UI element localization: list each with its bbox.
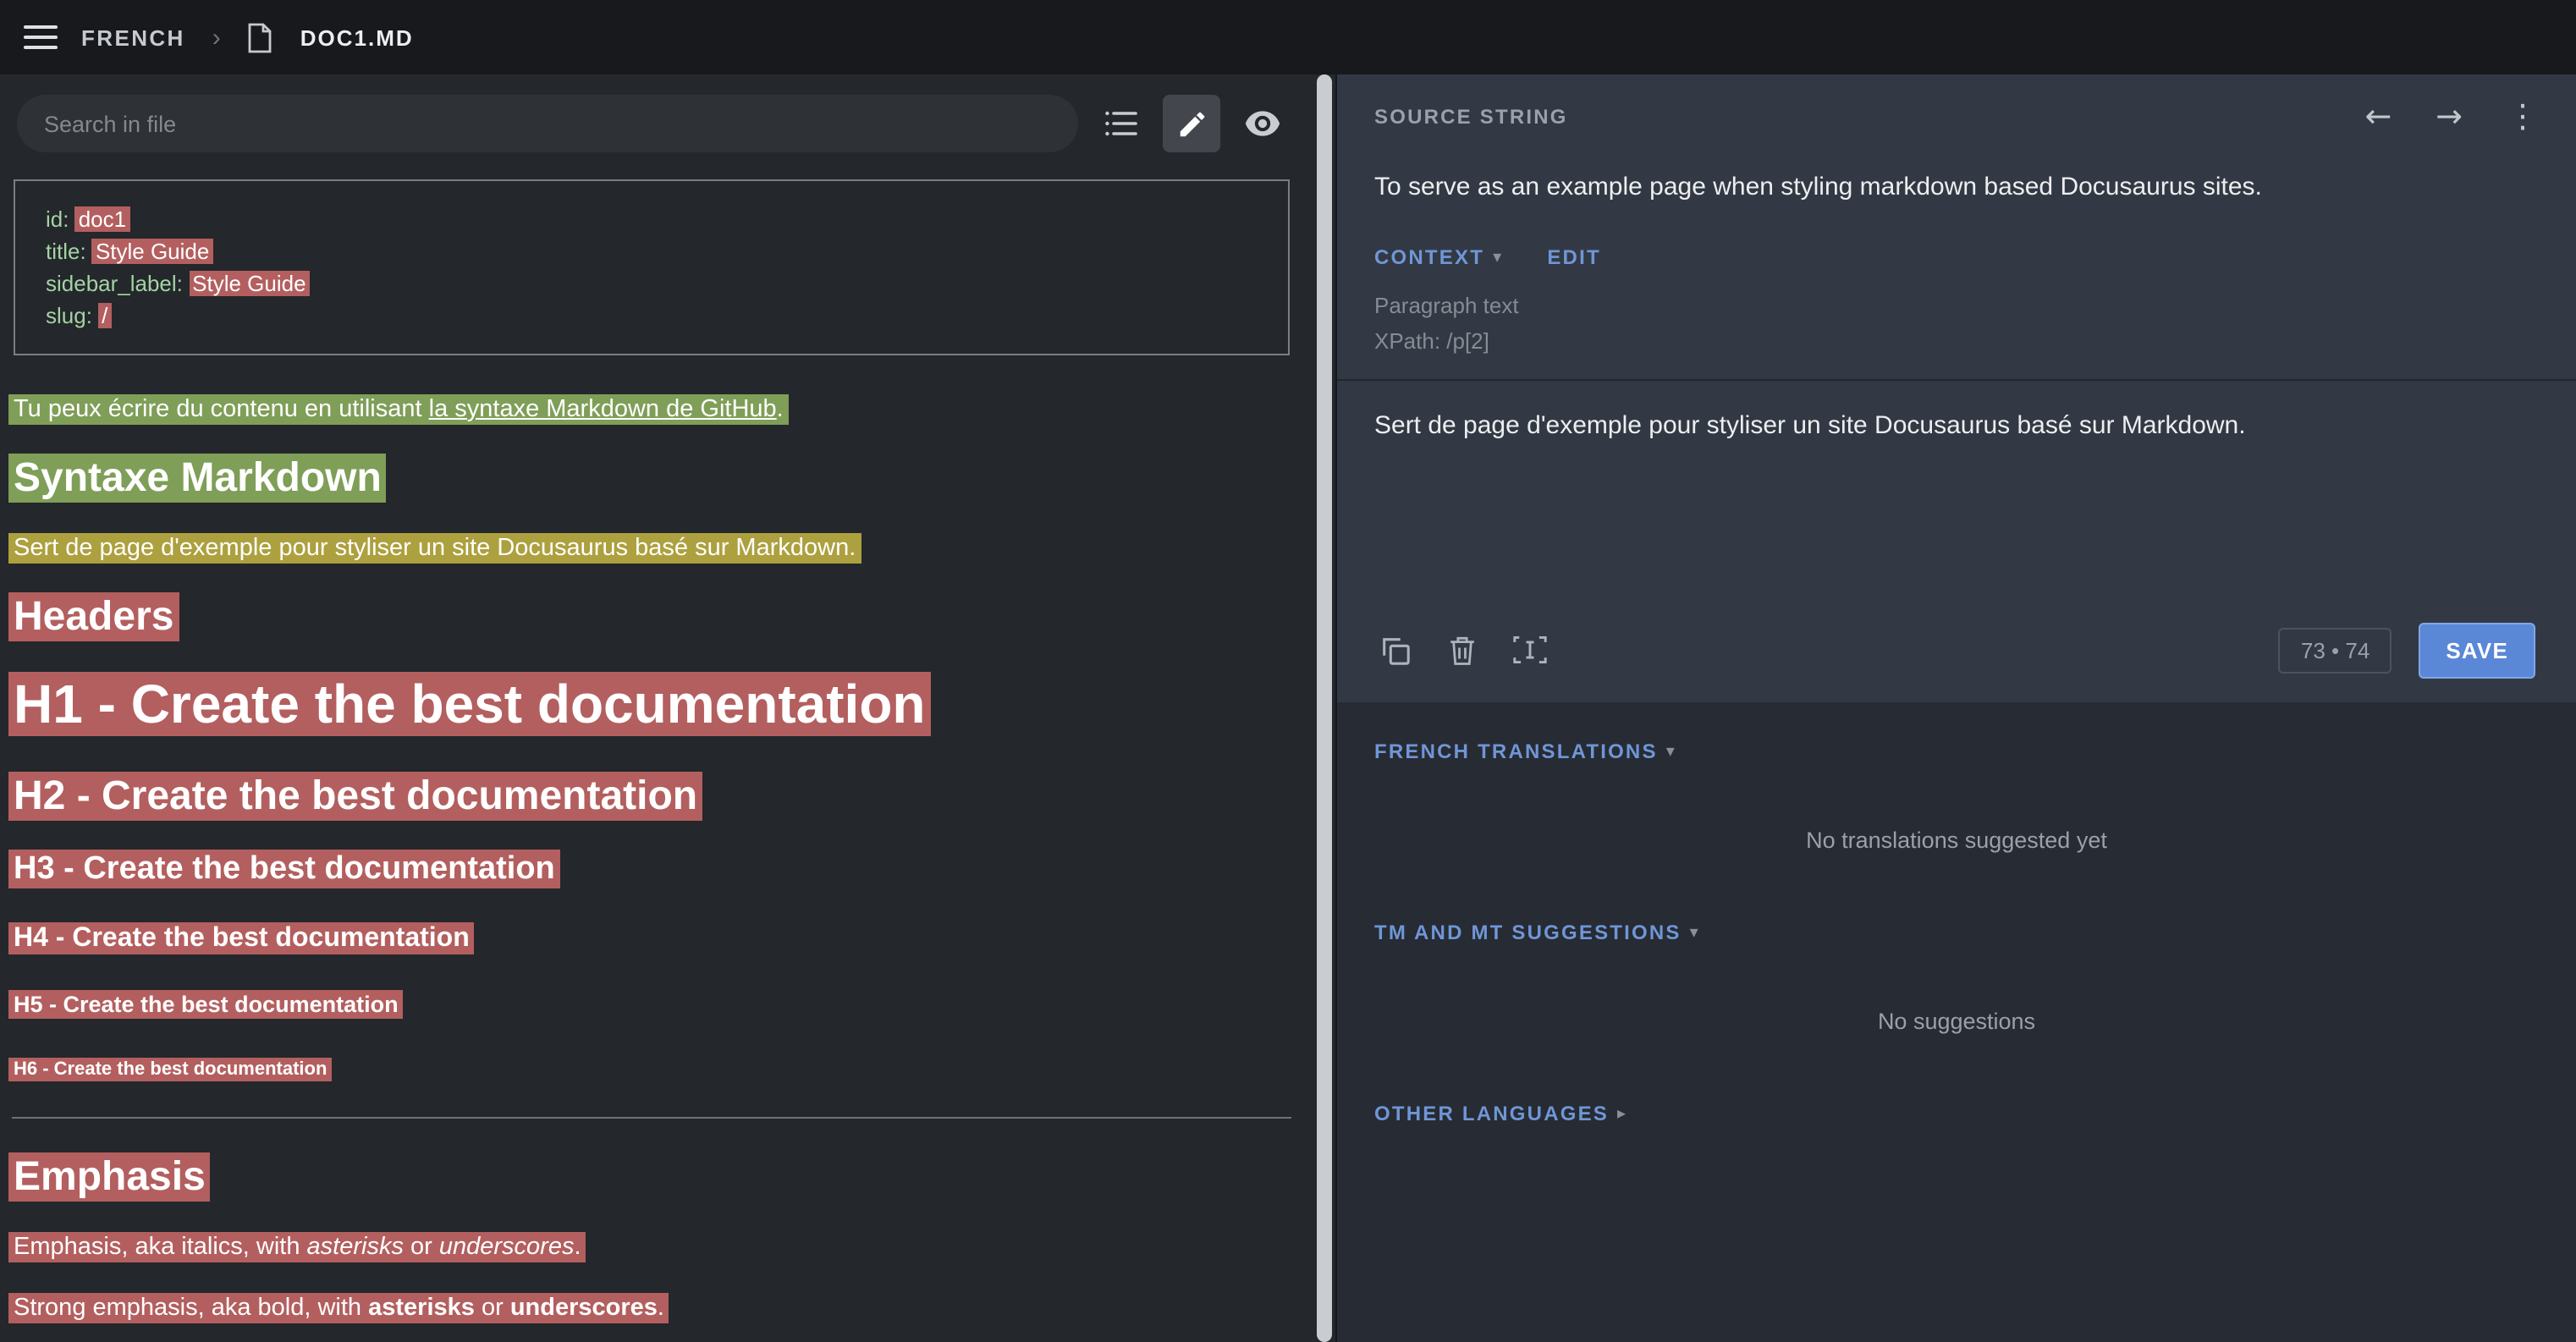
frontmatter-key: slug: bbox=[46, 303, 98, 328]
frontmatter-key: sidebar_label: bbox=[46, 271, 189, 296]
frontmatter-value[interactable]: / bbox=[98, 303, 111, 328]
frontmatter-key: title: bbox=[46, 239, 92, 264]
emphasis-italic-word: asterisks bbox=[307, 1234, 404, 1261]
edit-context-button[interactable]: EDIT bbox=[1547, 245, 1600, 269]
string-heading-markdown[interactable]: Syntaxe Markdown bbox=[8, 454, 1295, 504]
strings-list-icon[interactable] bbox=[1092, 95, 1149, 152]
horizontal-rule bbox=[12, 1117, 1291, 1119]
top-bar: FRENCH › DOC1.MD bbox=[0, 0, 2576, 74]
scrollbar-thumb[interactable] bbox=[1316, 74, 1331, 1342]
chevron-down-icon: ▾ bbox=[1690, 923, 1700, 942]
source-text: To serve as an example page when styling… bbox=[1374, 169, 2539, 205]
source-string-section: SOURCE STRING ← → ⋮ To serve as an examp… bbox=[1337, 74, 2576, 379]
string-heading-headers[interactable]: Headers bbox=[8, 592, 1295, 643]
document-preview: id: doc1 title: Style Guide sidebar_labe… bbox=[0, 169, 1312, 1342]
chevron-right-icon: ▸ bbox=[1617, 1104, 1627, 1123]
context-xpath: XPath: /p[2] bbox=[1374, 323, 2539, 359]
app-window: FRENCH › DOC1.MD bbox=[0, 0, 2576, 1342]
translation-editor[interactable]: Sert de page d'exemple pour styliser un … bbox=[1337, 381, 2576, 608]
previous-string-icon[interactable]: ← bbox=[2364, 101, 2392, 133]
source-string-label: SOURCE STRING bbox=[1374, 105, 1568, 129]
no-suggestions-message: No suggestions bbox=[1374, 1009, 2539, 1034]
intro-link[interactable]: la syntaxe Markdown de GitHub bbox=[429, 396, 777, 423]
string-strong-paragraph[interactable]: Strong emphasis, aka bold, with asterisk… bbox=[8, 1291, 1295, 1325]
emphasis-italic-word: underscores bbox=[439, 1234, 575, 1261]
delete-translation-icon[interactable] bbox=[1428, 621, 1496, 679]
string-h3[interactable]: H3 - Create the best documentation bbox=[8, 850, 1295, 890]
frontmatter-line[interactable]: title: Style Guide bbox=[46, 235, 1258, 267]
breadcrumb-project[interactable]: FRENCH bbox=[81, 25, 185, 50]
frontmatter-key: id: bbox=[46, 206, 75, 232]
breadcrumb-chevron-icon: › bbox=[212, 23, 221, 52]
frontmatter-value[interactable]: doc1 bbox=[75, 206, 129, 232]
string-h6[interactable]: H6 - Create the best documentation bbox=[8, 1058, 1295, 1083]
suggestions-area: FRENCH TRANSLATIONS ▾ No translations sug… bbox=[1337, 702, 2576, 1342]
file-icon bbox=[248, 21, 273, 53]
menu-icon[interactable] bbox=[24, 25, 58, 49]
frontmatter-value[interactable]: Style Guide bbox=[92, 239, 212, 264]
string-h5[interactable]: H5 - Create the best documentation bbox=[8, 990, 1295, 1020]
frontmatter-block: id: doc1 title: Style Guide sidebar_labe… bbox=[14, 179, 1290, 355]
search-input[interactable] bbox=[44, 111, 1051, 136]
strong-bold-word: asterisks bbox=[368, 1295, 475, 1322]
intro-text: Tu peux écrire du contenu en utilisant bbox=[14, 396, 429, 423]
file-preview-panel: id: doc1 title: Style Guide sidebar_labe… bbox=[0, 74, 1312, 1342]
translation-toolbar: 73 • 74 SAVE bbox=[1337, 608, 2576, 702]
more-options-icon[interactable]: ⋮ bbox=[2507, 101, 2539, 133]
strong-text: or bbox=[475, 1295, 510, 1322]
french-translations-section[interactable]: FRENCH TRANSLATIONS ▾ bbox=[1374, 740, 2539, 763]
strong-bold-word: underscores bbox=[510, 1295, 658, 1322]
emphasis-period: . bbox=[574, 1234, 581, 1261]
context-type: Paragraph text bbox=[1374, 288, 2539, 323]
translation-text[interactable]: Sert de page d'exemple pour styliser un … bbox=[1374, 408, 2539, 443]
next-string-icon[interactable]: → bbox=[2436, 101, 2463, 133]
tm-mt-label: TM AND MT SUGGESTIONS bbox=[1374, 921, 1682, 944]
breadcrumb-file-name: DOC1.MD bbox=[300, 25, 414, 50]
search-box[interactable] bbox=[17, 95, 1078, 152]
string-h4[interactable]: H4 - Create the best documentation bbox=[8, 921, 1295, 956]
strong-text: Strong emphasis, aka bold, with bbox=[14, 1295, 368, 1322]
no-translations-message: No translations suggested yet bbox=[1374, 828, 2539, 853]
string-intro-paragraph[interactable]: Tu peux écrire du contenu en utilisant l… bbox=[8, 393, 1295, 426]
chevron-down-icon: ▾ bbox=[1666, 742, 1676, 761]
main-area: id: doc1 title: Style Guide sidebar_labe… bbox=[0, 74, 2576, 1342]
context-dropdown[interactable]: CONTEXT▾ bbox=[1374, 245, 1503, 269]
emphasis-text: Emphasis, aka italics, with bbox=[14, 1234, 307, 1261]
character-counter: 73 • 74 bbox=[2279, 627, 2392, 673]
string-emphasis-paragraph[interactable]: Emphasis, aka italics, with asterisks or… bbox=[8, 1230, 1295, 1264]
other-languages-label: OTHER LANGUAGES bbox=[1374, 1102, 1609, 1125]
edit-mode-icon[interactable] bbox=[1163, 95, 1220, 152]
frontmatter-line[interactable]: sidebar_label: Style Guide bbox=[46, 267, 1258, 300]
emphasis-text: or bbox=[404, 1234, 439, 1261]
frontmatter-line[interactable]: slug: / bbox=[46, 300, 1258, 332]
frontmatter-value[interactable]: Style Guide bbox=[189, 271, 309, 296]
preview-toolbar bbox=[0, 74, 1312, 169]
french-translations-label: FRENCH TRANSLATIONS bbox=[1374, 740, 1658, 763]
string-heading-emphasis[interactable]: Emphasis bbox=[8, 1152, 1295, 1203]
string-selected-paragraph[interactable]: Sert de page d'exemple pour styliser un … bbox=[8, 531, 1295, 565]
strong-period: . bbox=[658, 1295, 664, 1322]
intro-period: . bbox=[777, 396, 784, 423]
tm-mt-suggestions-section[interactable]: TM AND MT SUGGESTIONS ▾ bbox=[1374, 921, 2539, 944]
save-button[interactable]: SAVE bbox=[2419, 622, 2535, 678]
string-h2[interactable]: H2 - Create the best documentation bbox=[8, 772, 1295, 822]
string-h1[interactable]: H1 - Create the best documentation bbox=[8, 670, 1295, 738]
other-languages-section[interactable]: OTHER LANGUAGES ▸ bbox=[1374, 1102, 2539, 1125]
scrollbar-track[interactable] bbox=[1312, 74, 1335, 1342]
eye-preview-icon[interactable] bbox=[1234, 95, 1291, 152]
frontmatter-line[interactable]: id: doc1 bbox=[46, 203, 1258, 235]
chevron-down-icon: ▾ bbox=[1493, 248, 1503, 267]
select-text-icon[interactable] bbox=[1496, 621, 1564, 679]
copy-source-icon[interactable] bbox=[1361, 621, 1428, 679]
translation-panel: SOURCE STRING ← → ⋮ To serve as an examp… bbox=[1335, 74, 2576, 1342]
